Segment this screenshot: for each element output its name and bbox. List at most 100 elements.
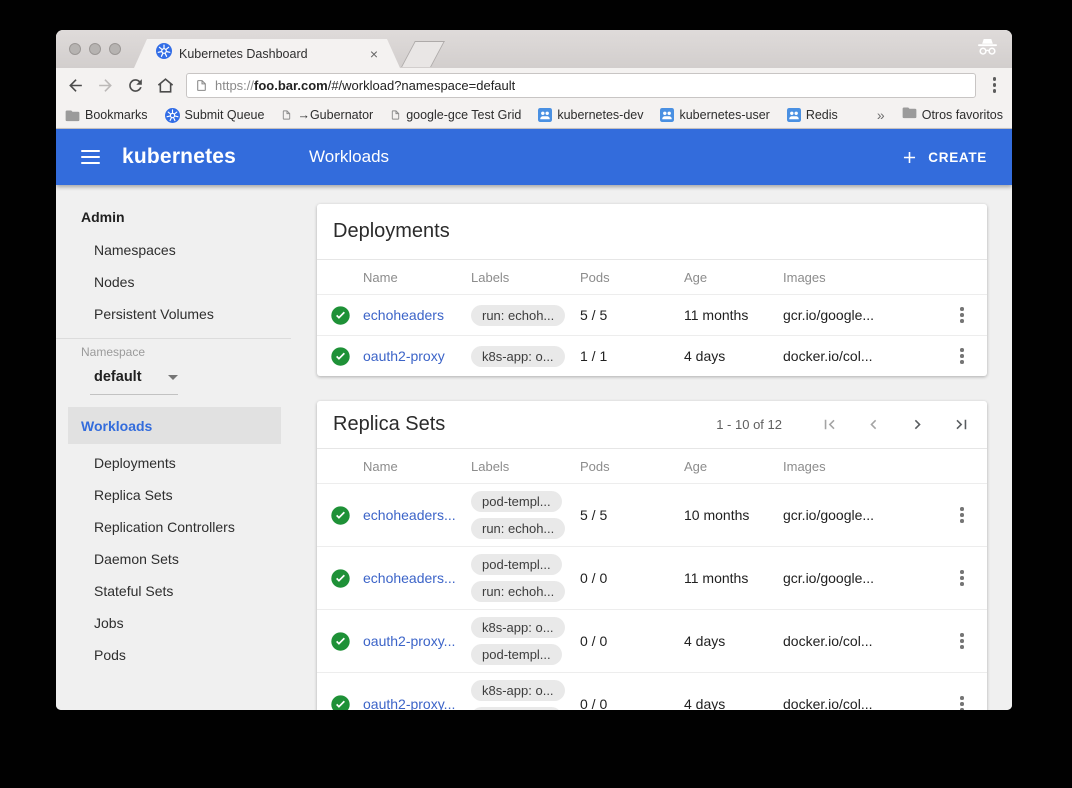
resource-name-link[interactable]: echoheaders... (363, 507, 456, 523)
table-row: echoheaders... pod-templ... run: echoh...… (317, 546, 987, 609)
kubernetes-icon (165, 108, 180, 123)
sidebar-item-stateful-sets[interactable]: Stateful Sets (56, 575, 291, 607)
status-ok-icon (317, 305, 363, 326)
last-page-icon[interactable] (952, 415, 971, 434)
table-row: echoheaders run: echoh... 5 / 5 11 month… (317, 294, 987, 335)
table-row: echoheaders... pod-templ...run: echoh...… (317, 483, 987, 546)
app-header: kubernetes Workloads CREATE (56, 129, 1012, 185)
sidebar-item-daemon-sets[interactable]: Daemon Sets (56, 543, 291, 575)
label-chip: k8s-app: o... (471, 617, 565, 638)
page-icon (281, 108, 292, 122)
window-titlebar: Kubernetes Dashboard × (56, 30, 1012, 68)
tab-close-icon[interactable]: × (370, 47, 378, 61)
previous-page-icon[interactable] (864, 415, 883, 434)
url-text: https://foo.bar.com/#/workload?namespace… (215, 78, 515, 93)
status-ok-icon (317, 631, 363, 652)
bookmarks-bar: Bookmarks Submit Queue →Gubernator googl… (56, 102, 1012, 129)
minimize-button[interactable] (89, 43, 101, 55)
age-value: 11 months (684, 570, 783, 586)
column-header-pods: Pods (580, 459, 684, 474)
bookmark-gubernator[interactable]: →Gubernator (281, 108, 373, 122)
resource-name-link[interactable]: echoheaders... (363, 570, 456, 586)
age-value: 11 months (684, 307, 783, 323)
create-button[interactable]: CREATE (900, 148, 987, 167)
namespace-label: Namespace (56, 345, 291, 359)
first-page-icon[interactable] (820, 415, 839, 434)
status-ok-icon (317, 568, 363, 589)
bookmark-submit-queue[interactable]: Submit Queue (165, 108, 265, 123)
resource-name-link[interactable]: oauth2-proxy... (363, 696, 455, 710)
resource-name-link[interactable]: echoheaders (363, 307, 444, 323)
row-actions-menu-button[interactable] (954, 568, 970, 588)
back-icon[interactable] (66, 76, 85, 95)
resource-name-link[interactable]: oauth2-proxy (363, 348, 445, 364)
kubernetes-logo[interactable]: kubernetes (122, 145, 236, 169)
bookmark-kubernetes-dev[interactable]: kubernetes-dev (538, 108, 643, 122)
new-tab-button[interactable] (401, 41, 445, 67)
sidebar-item-deployments[interactable]: Deployments (56, 447, 291, 479)
url-bar[interactable]: https://foo.bar.com/#/workload?namespace… (186, 73, 976, 98)
sidebar-section-admin[interactable]: Admin (56, 200, 291, 234)
sidebar-item-jobs[interactable]: Jobs (56, 607, 291, 639)
sidebar-item-workloads[interactable]: Workloads (68, 407, 281, 444)
deployments-card: Deployments NameLabelsPodsAgeImages echo… (317, 204, 987, 376)
sidebar-item-namespaces[interactable]: Namespaces (56, 234, 291, 266)
column-header-name: Name (363, 459, 471, 474)
kubernetes-favicon-icon (156, 43, 172, 64)
label-chip: k8s-app: o... (471, 346, 565, 367)
row-actions-menu-button[interactable] (954, 346, 970, 366)
zoom-button[interactable] (109, 43, 121, 55)
menu-hamburger-icon[interactable] (81, 150, 100, 164)
sidebar-item-nodes[interactable]: Nodes (56, 266, 291, 298)
bookmark-google-gce-test-grid[interactable]: google-gce Test Grid (390, 108, 521, 122)
sidebar-nav: Admin NamespacesNodesPersistent Volumes … (56, 185, 291, 710)
sidebar-item-persistent-volumes[interactable]: Persistent Volumes (56, 298, 291, 330)
group-icon (538, 108, 552, 122)
pagination-range: 1 - 10 of 12 (716, 417, 782, 432)
card-title: Replica Sets (333, 413, 445, 436)
reload-icon[interactable] (126, 76, 145, 95)
images-value: gcr.io/google... (783, 507, 937, 523)
row-actions-menu-button[interactable] (954, 305, 970, 325)
sidebar-item-replication-controllers[interactable]: Replication Controllers (56, 511, 291, 543)
bookmark-otros-favoritos[interactable]: Otros favoritos (902, 106, 1003, 124)
bookmark-bookmarks[interactable]: Bookmarks (65, 108, 148, 122)
label-chip: run: echoh... (471, 581, 565, 602)
images-value: gcr.io/google... (783, 307, 937, 323)
label-chip: run: echoh... (471, 518, 565, 539)
namespace-select[interactable]: default (90, 363, 178, 395)
home-icon[interactable] (156, 76, 175, 95)
column-header-images: Images (783, 459, 937, 474)
forward-icon[interactable] (96, 76, 115, 95)
sidebar-item-pods[interactable]: Pods (56, 639, 291, 671)
browser-menu-icon[interactable] (987, 75, 1003, 95)
bookmark-kubernetes-user[interactable]: kubernetes-user (660, 108, 769, 122)
group-icon (660, 108, 674, 122)
pods-value: 5 / 5 (580, 507, 684, 523)
row-actions-menu-button[interactable] (954, 505, 970, 525)
row-actions-menu-button[interactable] (954, 694, 970, 710)
content-area: Admin NamespacesNodesPersistent Volumes … (56, 185, 1012, 710)
column-header-labels: Labels (471, 270, 580, 285)
images-value: docker.io/col... (783, 348, 937, 364)
column-header-images: Images (783, 270, 937, 285)
browser-tab[interactable]: Kubernetes Dashboard × (134, 39, 400, 68)
tab-title: Kubernetes Dashboard (179, 47, 363, 61)
images-value: gcr.io/google... (783, 570, 937, 586)
next-page-icon[interactable] (908, 415, 927, 434)
bookmark-redis[interactable]: Redis (787, 108, 838, 122)
column-header-name: Name (363, 270, 471, 285)
label-chip: pod-templ... (471, 554, 562, 575)
row-actions-menu-button[interactable] (954, 631, 970, 651)
age-value: 4 days (684, 696, 783, 710)
bookmarks-overflow-icon[interactable]: » (877, 107, 885, 123)
table-header: NameLabelsPodsAgeImages (317, 448, 987, 483)
close-button[interactable] (69, 43, 81, 55)
sidebar-item-replica-sets[interactable]: Replica Sets (56, 479, 291, 511)
window-controls (69, 43, 121, 55)
resource-name-link[interactable]: oauth2-proxy... (363, 633, 455, 649)
folder-icon (65, 109, 80, 122)
card-title: Deployments (333, 220, 450, 243)
page-security-icon[interactable] (195, 78, 208, 93)
pods-value: 0 / 0 (580, 570, 684, 586)
